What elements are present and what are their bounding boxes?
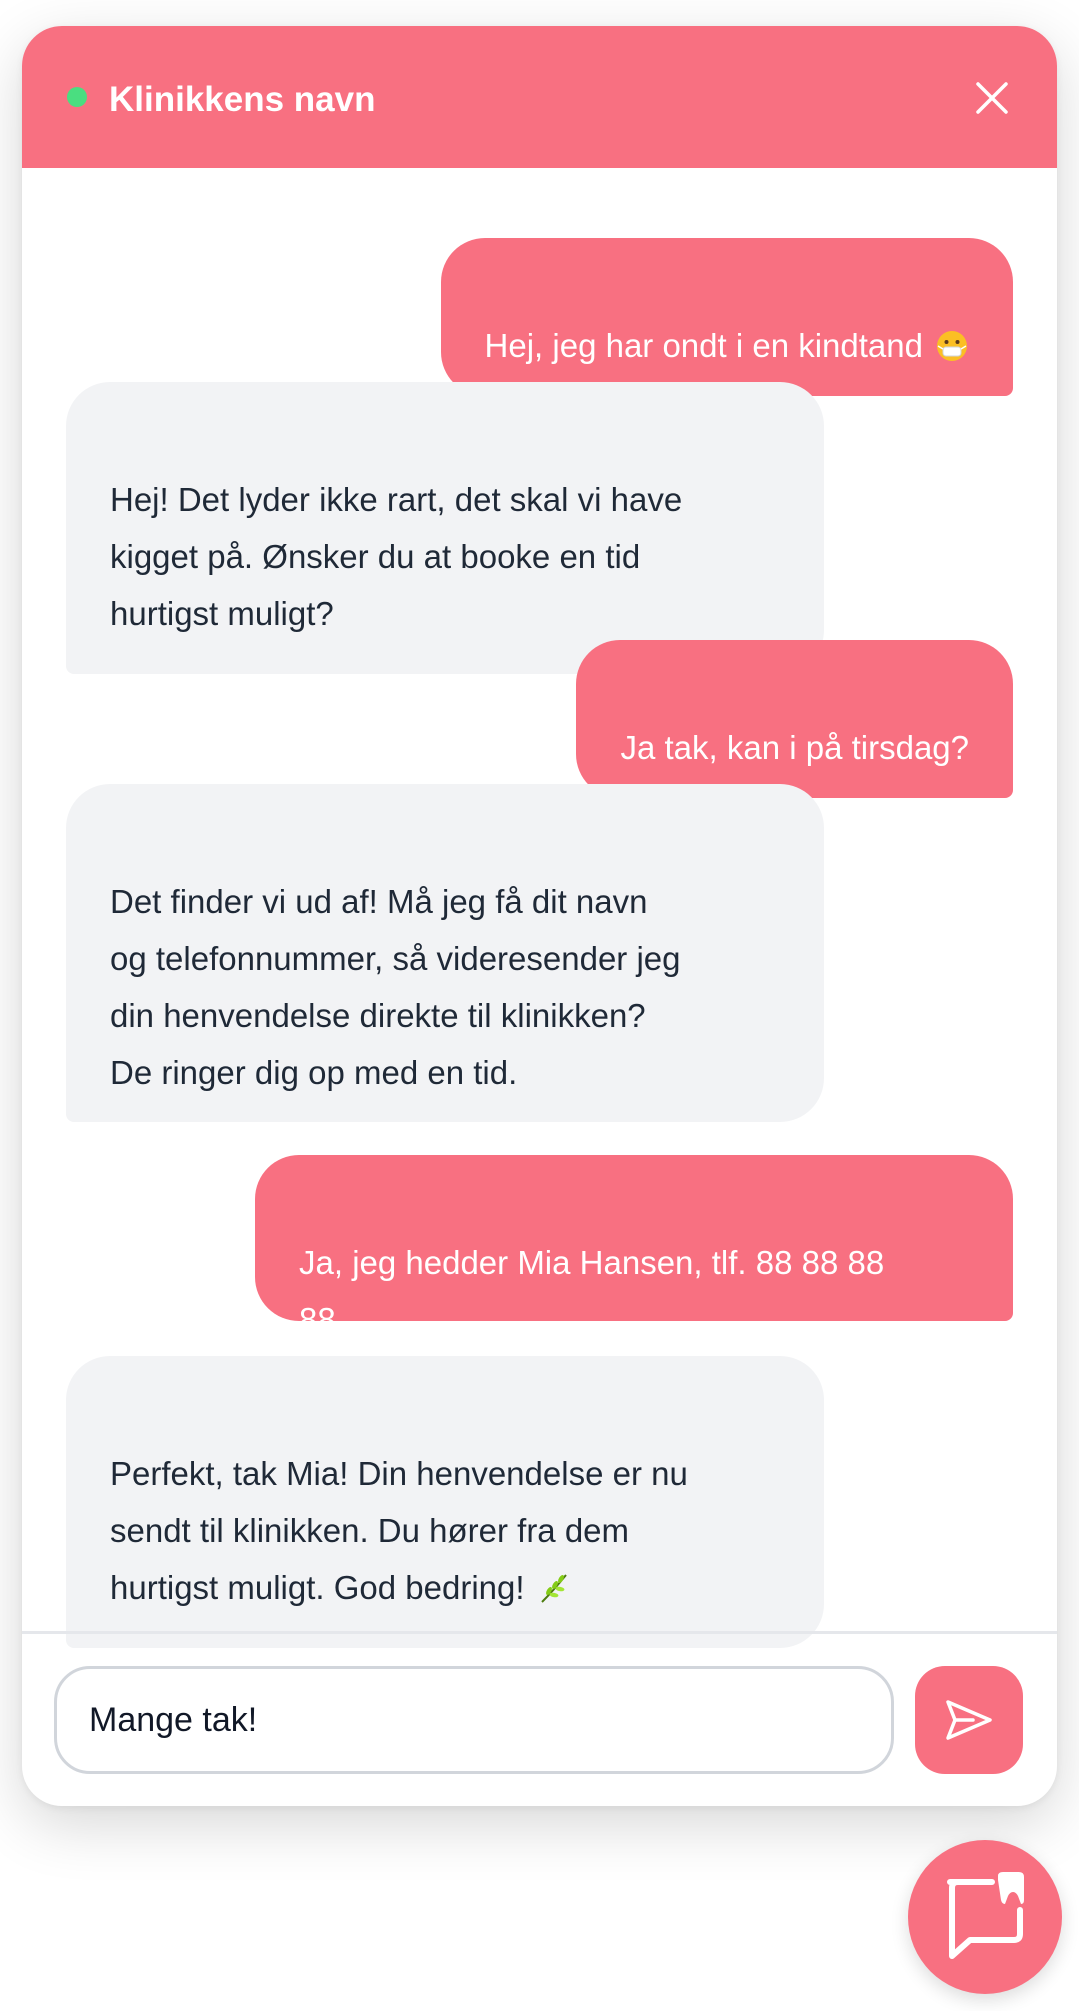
send-button[interactable] [915, 1666, 1023, 1774]
sick-face-emoji-icon [937, 331, 967, 361]
composer-divider [22, 1631, 1057, 1634]
close-button[interactable] [972, 78, 1012, 118]
chat-widget: Klinikkens navn Hej, jeg har ondt i en k… [22, 26, 1057, 1806]
close-icon [976, 82, 1008, 114]
message-text: Ja tak, kan i på tirsdag? [620, 729, 969, 766]
bot-message: Hej! Det lyder ikke rart, det skal vi ha… [66, 382, 824, 674]
chat-tooth-icon [947, 1872, 1024, 1959]
message-text: Perfekt, tak Mia! Din henvendelse er nu … [110, 1455, 688, 1606]
message-text: Hej, jeg har ondt i en kindtand [484, 327, 923, 364]
herb-emoji-icon [540, 1574, 567, 1603]
online-status-indicator [67, 87, 87, 107]
user-message: Hej, jeg har ondt i en kindtand [440, 238, 1013, 396]
send-icon [946, 1700, 992, 1740]
message-input[interactable] [54, 1666, 894, 1774]
message-list: Hej, jeg har ondt i en kindtand Hej! Det… [22, 168, 1057, 1648]
chat-launcher-button[interactable] [908, 1840, 1062, 1994]
message-text: Det finder vi ud af! Må jeg få dit navn … [110, 883, 681, 1091]
bot-message: Perfekt, tak Mia! Din henvendelse er nu … [66, 1356, 824, 1648]
message-text: Hej! Det lyder ikke rart, det skal vi ha… [110, 481, 683, 632]
clinic-name: Klinikkens navn [109, 80, 376, 119]
chat-header: Klinikkens navn [22, 26, 1057, 168]
message-text: Ja, jeg hedder Mia Hansen, tlf. 88 88 88… [299, 1244, 885, 1338]
bot-message: Det finder vi ud af! Må jeg få dit navn … [66, 784, 824, 1122]
user-message: Ja, jeg hedder Mia Hansen, tlf. 88 88 88… [255, 1155, 1013, 1338]
user-message: Ja tak, kan i på tirsdag? [576, 640, 1013, 798]
